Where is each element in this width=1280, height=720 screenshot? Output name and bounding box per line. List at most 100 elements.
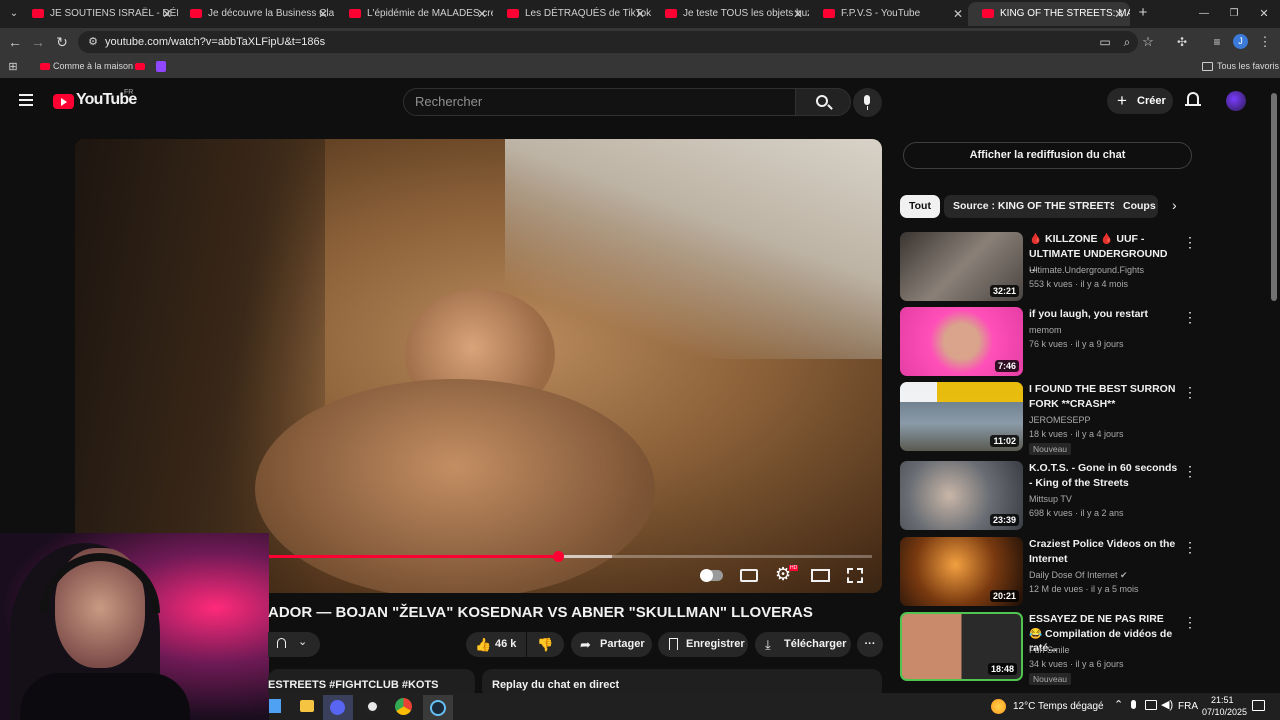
minimize-icon[interactable]: —: [1196, 6, 1212, 22]
progress-bar[interactable]: [268, 551, 872, 562]
more-options-icon[interactable]: ⋮: [1183, 539, 1197, 556]
channel-name[interactable]: Daily Dose Of Internet ✔: [1029, 570, 1128, 581]
language-indicator[interactable]: FRA: [1178, 701, 1198, 712]
video-thumbnail[interactable]: 20:21: [900, 537, 1023, 606]
bookmark-star-icon[interactable]: ☆: [1140, 34, 1156, 50]
recommendation-item[interactable]: 32:21 🩸 KILLZONE 🩸 UUF - ULTIMATE UNDERG…: [900, 232, 1200, 302]
cast-icon[interactable]: ▭: [1097, 34, 1113, 50]
tray-chevron-icon[interactable]: ⌃: [1114, 698, 1123, 711]
channel-name[interactable]: Fun Smile: [1029, 645, 1070, 655]
scrubber-handle[interactable]: [552, 551, 564, 562]
dislike-button[interactable]: 👎: [527, 632, 564, 657]
search-input[interactable]: Rechercher: [403, 88, 796, 116]
hamburger-menu-icon[interactable]: [19, 94, 33, 106]
back-icon[interactable]: ←: [7, 34, 23, 50]
tab-6[interactable]: F.P.V.S - YouTube ✕: [809, 2, 969, 26]
media-icon[interactable]: ≡: [1209, 34, 1225, 50]
weather-temp[interactable]: 12°C: [1013, 701, 1035, 712]
notifications-icon[interactable]: [1252, 700, 1265, 711]
file-explorer-icon[interactable]: [300, 700, 314, 712]
clock-time[interactable]: 21:51: [1211, 695, 1234, 705]
obs-icon[interactable]: [365, 699, 380, 714]
video-thumbnail[interactable]: 18:48: [900, 612, 1023, 681]
close-tab-icon[interactable]: ✕: [953, 2, 963, 26]
chevron-right-icon[interactable]: ›: [1172, 197, 1177, 213]
recommendation-item[interactable]: 11:02 I FOUND THE BEST SURRON FORK **CRA…: [900, 382, 1200, 455]
close-tab-icon[interactable]: ✕: [1114, 2, 1124, 26]
close-tab-icon[interactable]: ✕: [477, 2, 487, 26]
site-info-icon[interactable]: ⚙: [86, 34, 100, 50]
weather-icon[interactable]: [991, 699, 1006, 714]
apps-grid-icon[interactable]: ⊞: [6, 59, 20, 75]
video-thumbnail[interactable]: 32:21: [900, 232, 1023, 301]
recommendation-item[interactable]: 20:21 Craziest Police Videos on the Inte…: [900, 537, 1200, 607]
weather-text[interactable]: Temps dégagé: [1038, 701, 1104, 712]
more-options-icon[interactable]: ⋮: [1183, 384, 1197, 401]
chip-all[interactable]: Tout: [900, 195, 940, 218]
start-icon[interactable]: [269, 699, 281, 713]
profile-avatar[interactable]: J: [1233, 34, 1248, 49]
clock-date[interactable]: 07/10/2025: [1202, 707, 1247, 717]
chip-coups[interactable]: Coups: [1114, 195, 1158, 218]
tab-4[interactable]: Les DÉTRAQUÉS de TikTok - Yo✕: [493, 2, 651, 26]
more-options-icon[interactable]: ⋮: [1183, 614, 1197, 631]
tab-3[interactable]: L'épidémie de MALADES créée✕: [335, 2, 493, 26]
more-options-icon[interactable]: ⋮: [1183, 309, 1197, 326]
new-tab-button[interactable]: +: [1135, 5, 1151, 21]
show-chat-replay-button[interactable]: Afficher la rediffusion du chat: [903, 142, 1192, 169]
fullscreen-icon[interactable]: [847, 568, 863, 583]
youtube-logo-icon[interactable]: [53, 94, 74, 109]
steam-icon[interactable]: [423, 695, 453, 720]
download-button[interactable]: ⤓ Télécharger: [755, 632, 851, 657]
forward-icon[interactable]: →: [30, 34, 46, 50]
more-actions-button[interactable]: ···: [857, 632, 883, 657]
close-window-icon[interactable]: ✕: [1256, 6, 1272, 22]
extensions-icon[interactable]: ✣: [1174, 34, 1190, 50]
page-scrollbar[interactable]: [1271, 93, 1277, 301]
network-icon[interactable]: [1145, 700, 1157, 710]
recommendation-title[interactable]: I FOUND THE BEST SURRON FORK **CRASH**: [1029, 382, 1179, 411]
channel-name[interactable]: Ultimate.Underground.Fights: [1029, 265, 1144, 275]
close-tab-icon[interactable]: ✕: [162, 2, 172, 26]
bookmark-twitch-icon[interactable]: [156, 61, 166, 72]
channel-name[interactable]: Mittsup TV: [1029, 494, 1072, 504]
recommendation-item[interactable]: 18:48 ESSAYEZ DE NE PAS RIRE 😂 Compilati…: [900, 612, 1200, 685]
tab-5[interactable]: Je teste TOUS les objets buzz d✕: [651, 2, 809, 26]
voice-search-button[interactable]: [853, 88, 882, 117]
close-tab-icon[interactable]: ✕: [318, 2, 328, 26]
search-button[interactable]: [795, 88, 851, 116]
recommendation-title[interactable]: K.O.T.S. - Gone in 60 seconds - King of …: [1029, 461, 1179, 490]
bookmark-youtube-2-icon[interactable]: [135, 63, 145, 70]
subtitles-icon[interactable]: [740, 569, 758, 582]
close-tab-icon[interactable]: ✕: [635, 2, 645, 26]
address-bar[interactable]: ⚙ youtube.com/watch?v=abbTaXLFipU&t=186s: [78, 31, 1138, 53]
more-options-icon[interactable]: ⋮: [1183, 463, 1197, 480]
zoom-icon[interactable]: ⌕: [1119, 34, 1135, 50]
video-player[interactable]: ⚙ HD: [75, 139, 882, 593]
all-bookmarks[interactable]: Tous les favoris: [1217, 61, 1279, 71]
tab-2[interactable]: Je découvre la Business Class en✕: [176, 2, 334, 26]
autoplay-toggle[interactable]: [700, 569, 723, 582]
recommendation-title[interactable]: if you laugh, you restart: [1029, 307, 1179, 322]
create-button[interactable]: + Créer: [1107, 88, 1173, 114]
restore-icon[interactable]: ❐: [1226, 6, 1242, 22]
subscribe-bell-button[interactable]: ⌄: [268, 632, 320, 657]
menu-kebab-icon[interactable]: ⋮: [1258, 34, 1272, 50]
chrome-icon[interactable]: [395, 698, 412, 715]
bookmark-home[interactable]: Comme à la maison: [53, 61, 133, 71]
reload-icon[interactable]: ↻: [54, 34, 70, 50]
more-options-icon[interactable]: ⋮: [1183, 234, 1197, 251]
video-thumbnail[interactable]: 7:46: [900, 307, 1023, 376]
theater-mode-icon[interactable]: [811, 569, 830, 582]
mic-tray-icon[interactable]: [1131, 700, 1136, 709]
share-button[interactable]: ➦ Partager: [571, 632, 652, 657]
volume-icon[interactable]: ◀): [1161, 698, 1173, 711]
account-avatar[interactable]: [1226, 91, 1246, 111]
recommendation-title[interactable]: Craziest Police Videos on the Internet: [1029, 537, 1179, 566]
tab-7-active[interactable]: KING OF THE STREETS: MATADO✕: [968, 2, 1130, 26]
discord-icon[interactable]: [323, 695, 353, 720]
close-tab-icon[interactable]: ✕: [793, 2, 803, 26]
recommendation-item[interactable]: 23:39 K.O.T.S. - Gone in 60 seconds - Ki…: [900, 461, 1200, 531]
channel-name[interactable]: memom: [1029, 325, 1062, 335]
save-button[interactable]: Enregistrer: [658, 632, 748, 657]
